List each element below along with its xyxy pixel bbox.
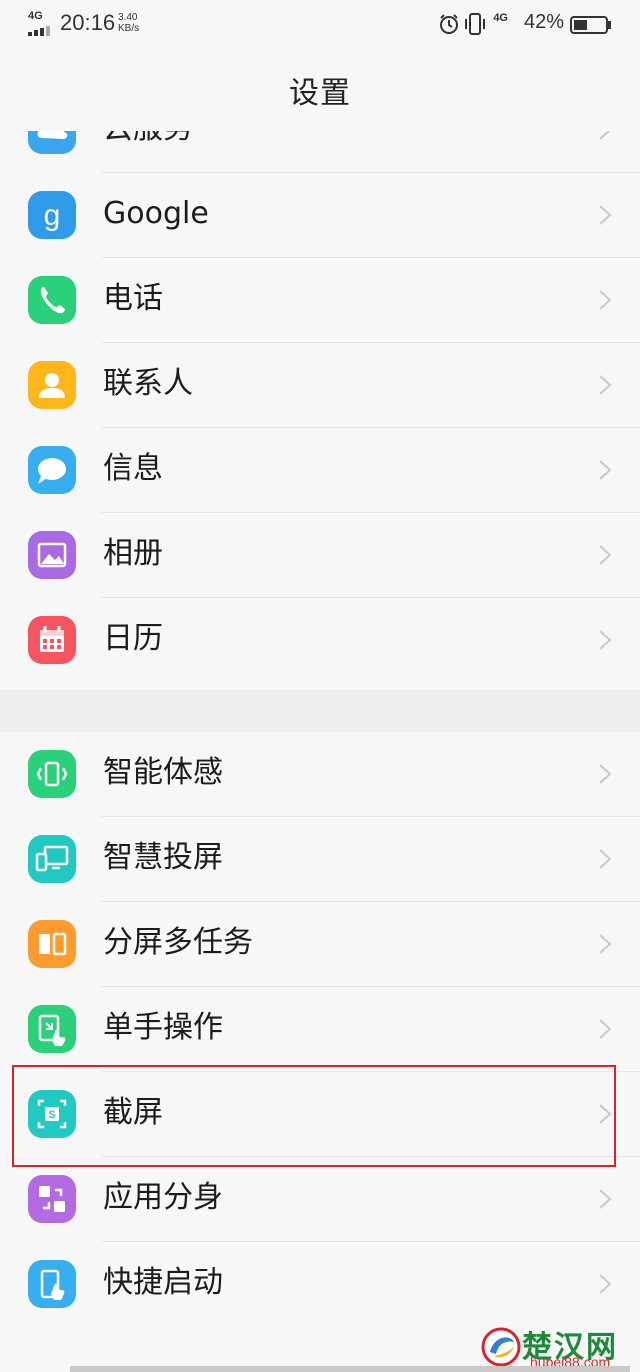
settings-item-messages[interactable]: 信息 xyxy=(0,428,640,513)
settings-group-apps: 云服务 g Google 电话 联系人 xyxy=(0,131,640,688)
settings-item-label: 联系人 xyxy=(103,366,193,401)
watermark-logo-icon xyxy=(481,1327,521,1367)
chevron-right-icon xyxy=(599,630,612,650)
settings-item-quick-launch[interactable]: 快捷启动 xyxy=(0,1242,640,1327)
settings-item-label: 单手操作 xyxy=(103,1010,223,1045)
calendar-icon xyxy=(28,616,76,664)
network-type-right: 4G xyxy=(493,12,508,24)
settings-item-one-hand[interactable]: 单手操作 xyxy=(0,987,640,1072)
chevron-right-icon xyxy=(599,545,612,565)
app-clone-icon xyxy=(28,1175,76,1223)
gallery-icon xyxy=(28,531,76,579)
section-gap xyxy=(0,690,640,732)
settings-item-contacts[interactable]: 联系人 xyxy=(0,343,640,428)
settings-item-label: 应用分身 xyxy=(103,1180,223,1215)
google-icon: g xyxy=(28,191,76,239)
alarm-icon xyxy=(440,14,458,34)
battery-icon xyxy=(570,16,611,34)
settings-item-calendar[interactable]: 日历 xyxy=(0,598,640,683)
chevron-right-icon xyxy=(599,375,612,395)
settings-item-google[interactable]: g Google xyxy=(0,173,640,258)
chevron-right-icon xyxy=(599,764,612,784)
contacts-icon xyxy=(28,361,76,409)
network-speed: 3.40 KB/s xyxy=(118,12,140,34)
chevron-right-icon xyxy=(599,290,612,310)
settings-item-label: 相册 xyxy=(103,536,163,571)
phone-icon xyxy=(28,276,76,324)
settings-item-phone[interactable]: 电话 xyxy=(0,258,640,343)
chevron-right-icon xyxy=(599,1274,612,1294)
page-title: 设置 xyxy=(289,76,351,111)
settings-item-app-clone[interactable]: 应用分身 xyxy=(0,1157,640,1242)
settings-item-label: 日历 xyxy=(103,621,163,656)
chevron-right-icon xyxy=(599,934,612,954)
settings-item-screen-cast[interactable]: 智慧投屏 xyxy=(0,817,640,902)
settings-item-label: 智能体感 xyxy=(103,755,223,790)
settings-item-label: 云服务 xyxy=(103,131,193,149)
settings-item-cloud-service[interactable]: 云服务 xyxy=(0,131,640,173)
split-screen-icon xyxy=(28,920,76,968)
cloud-service-icon xyxy=(28,131,76,154)
chevron-right-icon xyxy=(599,1189,612,1209)
signal-icon: 4G xyxy=(28,10,56,36)
chevron-right-icon xyxy=(599,131,611,140)
chevron-right-icon xyxy=(599,849,612,869)
settings-list[interactable]: 云服务 g Google 电话 联系人 xyxy=(0,131,640,1372)
settings-item-motion-sense[interactable]: 智能体感 xyxy=(0,732,640,817)
title-bar: 设置 xyxy=(0,48,640,132)
settings-group-features: 智能体感 智慧投屏 分屏多任务 单手操作 S 截屏 应用分身 快捷启动 xyxy=(0,732,640,1372)
settings-item-label: 信息 xyxy=(103,451,163,486)
motion-sense-icon xyxy=(28,750,76,798)
settings-item-label: 分屏多任务 xyxy=(103,925,253,960)
settings-item-split-screen[interactable]: 分屏多任务 xyxy=(0,902,640,987)
battery-percent: 42% xyxy=(523,11,564,33)
bottom-strip xyxy=(70,1366,630,1372)
highlight-box-screenshot xyxy=(12,1065,616,1167)
one-hand-icon xyxy=(28,1005,76,1053)
settings-item-label: 智慧投屏 xyxy=(103,840,223,875)
settings-item-label: Google xyxy=(103,196,209,231)
clock: 20:16 xyxy=(60,10,116,35)
vibrate-icon xyxy=(465,13,485,35)
messages-icon xyxy=(28,446,76,494)
svg-text:g: g xyxy=(44,199,61,232)
settings-item-label: 快捷启动 xyxy=(103,1265,223,1300)
chevron-right-icon xyxy=(599,460,612,480)
settings-item-label: 电话 xyxy=(103,281,163,316)
status-bar: 4G 20:16 3.40 KB/s 4G 42% xyxy=(0,0,640,48)
settings-item-gallery[interactable]: 相册 xyxy=(0,513,640,598)
network-type: 4G xyxy=(28,10,43,22)
chevron-right-icon xyxy=(599,205,612,225)
screen-cast-icon xyxy=(28,835,76,883)
quick-launch-icon xyxy=(28,1260,76,1308)
watermark: 楚汉网 hubei88.com xyxy=(476,1324,640,1372)
chevron-right-icon xyxy=(599,1019,612,1039)
